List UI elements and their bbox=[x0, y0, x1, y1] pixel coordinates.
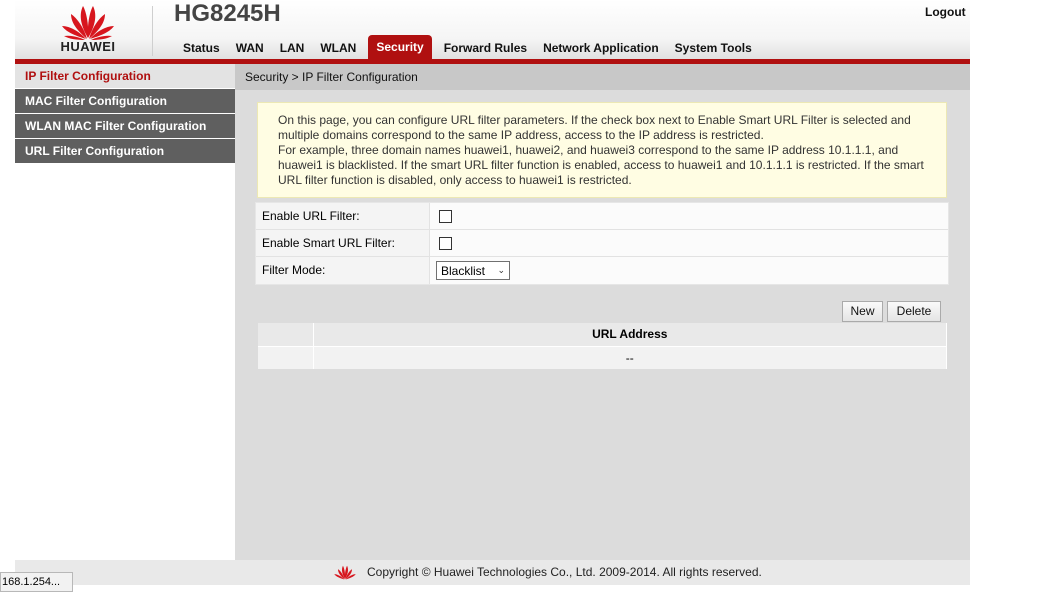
header-bar: HUAWEI HG8245H Logout Status WAN LAN WLA… bbox=[15, 0, 970, 64]
breadcrumb: Security > IP Filter Configuration bbox=[235, 64, 970, 90]
nav-tab-forward-rules[interactable]: Forward Rules bbox=[436, 37, 535, 59]
notice-paragraph: On this page, you can configure URL filt… bbox=[278, 113, 911, 142]
nav-tab-status[interactable]: Status bbox=[175, 37, 228, 59]
new-button[interactable]: New bbox=[842, 301, 883, 322]
huawei-logo: HUAWEI bbox=[42, 0, 134, 60]
sidebar: IP Filter Configuration MAC Filter Confi… bbox=[15, 64, 235, 560]
logout-link[interactable]: Logout bbox=[925, 5, 966, 19]
info-notice: On this page, you can configure URL filt… bbox=[257, 102, 947, 198]
table-header-select bbox=[258, 323, 314, 346]
notice-example: For example, three domain names huawei1,… bbox=[278, 143, 924, 187]
url-address-table: URL Address -- bbox=[258, 323, 947, 369]
table-row: -- bbox=[258, 345, 947, 369]
nav-tab-security[interactable]: Security bbox=[368, 35, 432, 59]
main-nav: Status WAN LAN WLAN Security Forward Rul… bbox=[175, 35, 760, 59]
table-header-row: URL Address bbox=[258, 323, 947, 346]
filter-mode-value: Blacklist bbox=[441, 263, 486, 278]
nav-tab-lan[interactable]: LAN bbox=[272, 37, 313, 59]
device-model-title: HG8245H bbox=[174, 0, 281, 27]
table-cell-select bbox=[258, 345, 314, 369]
enable-smart-url-filter-checkbox[interactable] bbox=[439, 236, 452, 250]
url-filter-form: Enable URL Filter: Enable Smart URL Filt… bbox=[255, 202, 949, 285]
status-bar-url: 168.1.254... bbox=[0, 572, 73, 592]
sidebar-item-mac-filter[interactable]: MAC Filter Configuration bbox=[15, 89, 235, 114]
copyright-text: Copyright © Huawei Technologies Co., Ltd… bbox=[367, 565, 762, 579]
nav-tab-system-tools[interactable]: System Tools bbox=[667, 37, 760, 59]
sidebar-item-url-filter[interactable]: URL Filter Configuration bbox=[15, 139, 235, 164]
logo-divider bbox=[152, 6, 153, 56]
table-header-url-address: URL Address bbox=[313, 323, 947, 346]
chevron-down-icon: ⌄ bbox=[497, 265, 505, 275]
nav-tab-wan[interactable]: WAN bbox=[228, 37, 272, 59]
main-content: Security > IP Filter Configuration On th… bbox=[235, 64, 970, 560]
nav-tab-wlan[interactable]: WLAN bbox=[312, 37, 364, 59]
filter-mode-select[interactable]: Blacklist ⌄ bbox=[436, 261, 510, 280]
sidebar-item-ip-filter[interactable]: IP Filter Configuration bbox=[15, 64, 235, 89]
footer: Copyright © Huawei Technologies Co., Ltd… bbox=[15, 560, 970, 585]
huawei-footer-logo-icon bbox=[334, 565, 356, 580]
table-cell-url: -- bbox=[313, 345, 947, 369]
enable-url-filter-label: Enable URL Filter: bbox=[256, 203, 430, 229]
filter-mode-label: Filter Mode: bbox=[256, 257, 430, 284]
delete-button[interactable]: Delete bbox=[887, 301, 941, 322]
brand-text: HUAWEI bbox=[60, 39, 116, 54]
form-row-filter-mode: Filter Mode: Blacklist ⌄ bbox=[256, 257, 948, 284]
enable-smart-url-filter-label: Enable Smart URL Filter: bbox=[256, 230, 430, 256]
nav-tab-network-application[interactable]: Network Application bbox=[535, 37, 667, 59]
huawei-flower-icon bbox=[62, 6, 114, 40]
sidebar-item-wlan-mac-filter[interactable]: WLAN MAC Filter Configuration bbox=[15, 114, 235, 139]
form-row-enable-smart-url-filter: Enable Smart URL Filter: bbox=[256, 230, 948, 257]
form-row-enable-url-filter: Enable URL Filter: bbox=[256, 203, 948, 230]
enable-url-filter-checkbox[interactable] bbox=[439, 209, 452, 223]
